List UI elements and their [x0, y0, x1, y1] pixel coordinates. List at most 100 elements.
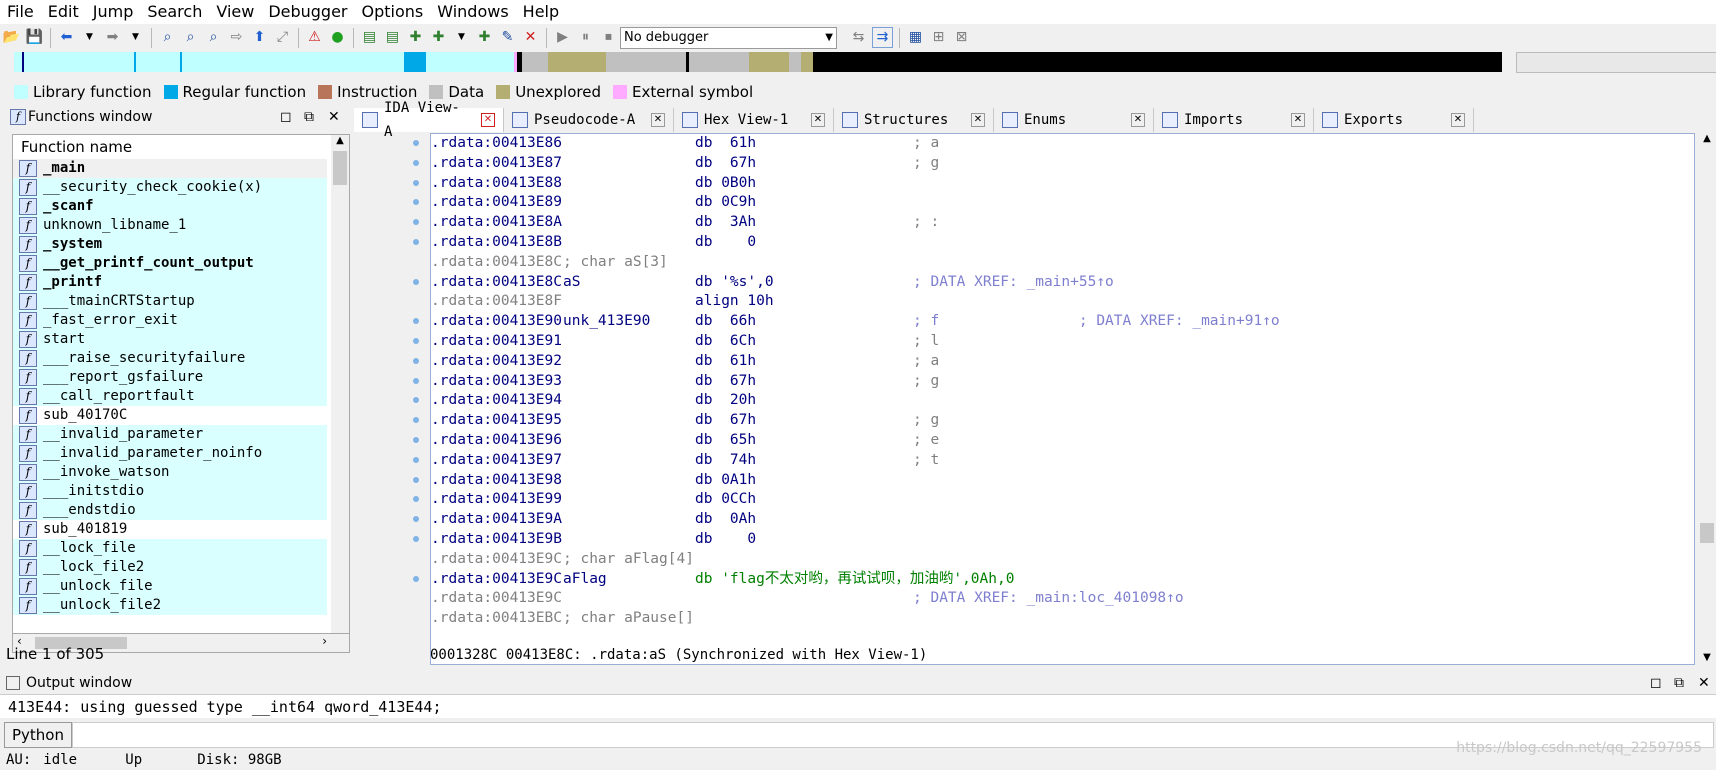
tracing-icon[interactable]: ⊞ [929, 28, 948, 47]
chevron-down-icon[interactable]: ▼ [80, 28, 99, 47]
chevron-down-icon[interactable]: ▼ [126, 28, 145, 47]
disasm-line[interactable]: .rdata:00413E97 db 74h ; t [431, 451, 1694, 471]
disasm-line[interactable]: .rdata:00413E9CaFlag db 'flag不太对哟，再试试呗，加油… [431, 570, 1694, 590]
function-row[interactable]: f __unlock_file [13, 577, 327, 596]
column-header-function-name[interactable]: Function name [13, 135, 349, 159]
disasm-line[interactable]: .rdata:00413E9A db 0Ah [431, 510, 1694, 530]
disasm-line[interactable]: .rdata:00413E87 db 67h ; g [431, 154, 1694, 174]
delete-icon[interactable]: ✕ [521, 28, 540, 47]
menu-options[interactable]: Options [355, 0, 431, 24]
disasm-line[interactable]: .rdata:00413E8F align 10h [431, 292, 1694, 312]
function-row[interactable]: f _system [13, 235, 327, 254]
function-row[interactable]: f ___tmainCRTStartup [13, 292, 327, 311]
back-icon[interactable]: ⬅ [57, 28, 76, 47]
search-immediate-icon[interactable]: ⌕ [204, 28, 223, 47]
disasm-line[interactable]: .rdata:00413E98 db 0A1h [431, 471, 1694, 491]
function-row[interactable]: f __security_check_cookie(x) [13, 178, 327, 197]
create-data-icon[interactable]: ✚ [406, 28, 425, 47]
disasm-line[interactable]: .rdata:00413E88 db 0B0h [431, 174, 1694, 194]
tab-ida-view-a[interactable]: IDA View-A ✕ [354, 100, 504, 140]
close-icon[interactable]: ✕ [328, 106, 340, 128]
close-icon[interactable]: ✕ [1131, 113, 1145, 127]
function-row[interactable]: f ___raise_securityfailure [13, 349, 327, 368]
scroll-thumb[interactable] [1700, 523, 1714, 543]
scroll-up-icon[interactable]: ▲ [331, 135, 349, 151]
menu-search[interactable]: Search [140, 0, 209, 24]
save-icon[interactable]: 💾 [25, 28, 44, 47]
search-next-icon[interactable]: ⇨ [227, 28, 246, 47]
menu-help[interactable]: Help [516, 0, 566, 24]
disasm-line[interactable]: .rdata:00413E93 db 67h ; g [431, 372, 1694, 392]
menu-file[interactable]: File [0, 0, 41, 24]
close-icon[interactable]: ✕ [1698, 672, 1710, 694]
mark-position-icon[interactable]: ⤢ [273, 28, 292, 47]
scroll-up-icon[interactable]: ▲ [1698, 133, 1716, 144]
vertical-scrollbar[interactable]: ▲ ▼ [1698, 133, 1716, 663]
trace-options-icon[interactable]: ⊠ [952, 28, 971, 47]
function-row[interactable]: f _scanf [13, 197, 327, 216]
stop-icon[interactable]: ⏹ [599, 28, 618, 47]
function-row[interactable]: f unknown_libname_1 [13, 216, 327, 235]
jump-up-icon[interactable]: ⬆ [250, 28, 269, 47]
search-binary-icon[interactable]: ⌕ [181, 28, 200, 47]
menu-view[interactable]: View [209, 0, 261, 24]
function-row[interactable]: f __lock_file2 [13, 558, 327, 577]
close-icon[interactable]: ✕ [971, 113, 985, 127]
disasm-line[interactable]: .rdata:00413E95 db 67h ; g [431, 411, 1694, 431]
scroll-thumb[interactable] [333, 151, 347, 185]
ida-view-a[interactable]: .rdata:00413E86 db 61h ; a .rdata:00413E87 d… [430, 133, 1695, 665]
function-row[interactable]: f ___initstdio [13, 482, 327, 501]
restore-icon[interactable]: ◻ [1650, 672, 1662, 694]
warning-icon[interactable]: ⚠ [305, 28, 324, 47]
close-icon[interactable]: ✕ [1291, 113, 1305, 127]
attach-icon[interactable]: ⇉ [872, 27, 893, 48]
menu-windows[interactable]: Windows [430, 0, 515, 24]
function-row[interactable]: f __invalid_parameter_noinfo [13, 444, 327, 463]
disasm-line[interactable]: .rdata:00413E89 db 0C9h [431, 193, 1694, 213]
disasm-line[interactable]: .rdata:00413E8A db 3Ah ; : [431, 213, 1694, 233]
close-icon[interactable]: ✕ [1451, 113, 1465, 127]
disasm-line[interactable]: .rdata:00413E8CaS db '%s',0 ; DATA XREF: _… [431, 273, 1694, 293]
segment-select[interactable] [1516, 52, 1716, 73]
function-row[interactable]: f sub_401819 [13, 520, 327, 539]
disasm-line[interactable]: .rdata:00413E99 db 0CCh [431, 490, 1694, 510]
disasm-line[interactable]: .rdata:00413E9C ; DATA XREF: _main:loc_40… [431, 589, 1694, 609]
disasm-line[interactable]: .rdata:00413E90unk_413E90 db 66h ; f ; DAT… [431, 312, 1694, 332]
menu-debugger[interactable]: Debugger [261, 0, 354, 24]
function-row[interactable]: f start [13, 330, 327, 349]
function-row[interactable]: f _printf [13, 273, 327, 292]
float-icon[interactable]: ⧉ [304, 106, 314, 128]
disasm-line[interactable]: .rdata:00413E94 db 20h [431, 391, 1694, 411]
navigation-band[interactable] [14, 52, 1502, 72]
scroll-down-icon[interactable]: ▼ [1698, 652, 1716, 663]
vertical-scrollbar[interactable]: ▲ [331, 135, 349, 633]
function-row[interactable]: f __unlock_file2 [13, 596, 327, 615]
python-button[interactable]: Python [4, 722, 72, 748]
struct-icon[interactable]: ✚ [475, 28, 494, 47]
disasm-line[interactable]: .rdata:00413E9B db 0 [431, 530, 1694, 550]
tab-enums[interactable]: Enums ✕ [994, 108, 1154, 132]
breakpoints-icon[interactable]: ▦ [906, 28, 925, 47]
create-code-icon[interactable]: ▤ [383, 28, 402, 47]
disasm-line[interactable]: .rdata:00413E96 db 65h ; e [431, 431, 1694, 451]
function-row[interactable]: f __call_reportfault [13, 387, 327, 406]
function-row[interactable]: f __get_printf_count_output [13, 254, 327, 273]
open-icon[interactable]: 📂 [2, 28, 21, 47]
float-icon[interactable]: ⧉ [1674, 672, 1684, 694]
disasm-line[interactable]: .rdata:00413E86 db 61h ; a [431, 134, 1694, 154]
tab-exports[interactable]: Exports ✕ [1314, 108, 1474, 132]
function-row[interactable]: f __lock_file [13, 539, 327, 558]
chevron-down-icon[interactable]: ▼ [452, 28, 471, 47]
function-row[interactable]: f ___report_gsfailure [13, 368, 327, 387]
tab-structures[interactable]: Structures ✕ [834, 108, 994, 132]
disasm-line[interactable]: .rdata:00413E91 db 6Ch ; l [431, 332, 1694, 352]
functions-list[interactable]: Function name f _main f __security_check_co… [12, 134, 350, 634]
disasm-line[interactable]: .rdata:00413EBC; char aPause[] [431, 609, 1694, 629]
edit-icon[interactable]: ✎ [498, 28, 517, 47]
play-icon[interactable]: ▶ [553, 28, 572, 47]
step-icon[interactable]: ⇆ [849, 28, 868, 47]
function-row[interactable]: f __invalid_parameter [13, 425, 327, 444]
function-row[interactable]: f __invoke_watson [13, 463, 327, 482]
add-icon[interactable]: ✚ [429, 28, 448, 47]
scroll-right-icon[interactable]: › [322, 634, 327, 648]
